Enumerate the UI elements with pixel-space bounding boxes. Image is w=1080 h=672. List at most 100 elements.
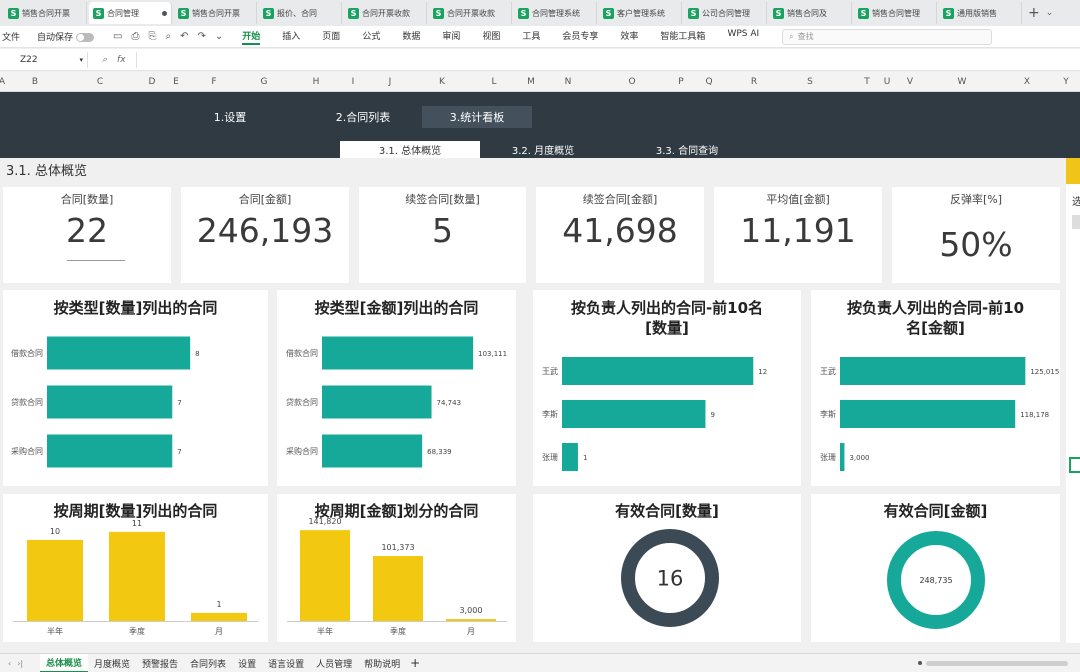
column-letter[interactable]: T	[864, 77, 870, 87]
side-panel-tab[interactable]	[1066, 158, 1080, 184]
column-letter[interactable]: S	[807, 77, 813, 87]
column-letter[interactable]: H	[313, 77, 320, 87]
bar	[47, 385, 173, 419]
save-icon[interactable]: ▭	[113, 31, 122, 42]
browser-tab-label: 合同开票收款	[362, 8, 410, 18]
sheet-tab[interactable]: 总体概览	[40, 653, 89, 672]
column-letter[interactable]: W	[958, 77, 967, 87]
horizontal-scrollbar[interactable]	[918, 660, 1068, 666]
category-label: 张珊	[820, 453, 836, 462]
ribbon-menu-item[interactable]: 开始	[242, 29, 261, 45]
nav-contract-list[interactable]: 2.合同列表	[308, 106, 418, 128]
nav-dashboard[interactable]: 3.统计看板	[422, 106, 532, 128]
undo-icon[interactable]: ↶	[180, 31, 188, 42]
ribbon-menu-item[interactable]: 页面	[322, 29, 340, 45]
ribbon-menu-item[interactable]: 数据	[402, 29, 420, 45]
chart-card-owner-amount: 按负责人列出的合同-前10 名[金额] 王武 125,015 李斯 118,178 张珊…	[811, 290, 1060, 486]
ribbon-menu-item[interactable]: 插入	[282, 29, 300, 45]
column-letter[interactable]: O	[628, 77, 635, 87]
column-letter[interactable]: A	[0, 77, 5, 87]
browser-tab[interactable]: S 客户管理系统	[599, 2, 682, 24]
sheet-tab[interactable]: 人员管理	[310, 654, 358, 672]
search-input[interactable]: ⌕ 查找	[782, 28, 993, 45]
ribbon-menus: 开始 插入 页面 公式 数据 审阅 视图 工具 会员专享 效率 智能工具箱 WPS AI	[231, 29, 770, 45]
browser-tab[interactable]: S 销售合同及	[769, 2, 852, 24]
last-sheet-icon[interactable]: ›|	[17, 659, 23, 668]
spreadsheet-icon: S	[773, 7, 784, 19]
autosave-toggle[interactable]: 自动保存	[37, 30, 95, 43]
column-letter[interactable]: J	[389, 77, 392, 87]
browser-tab[interactable]: S 合同开票收款	[344, 2, 427, 24]
formula-input[interactable]	[135, 51, 1080, 68]
subnav-monthly[interactable]: 3.2. 月度概览	[473, 141, 613, 158]
browser-tab[interactable]: S 合同管理	[89, 2, 172, 24]
spreadsheet-icon: S	[93, 7, 104, 19]
column-letter[interactable]: X	[1024, 77, 1030, 87]
sheet-tab[interactable]: 月度概览	[88, 654, 136, 672]
column-letter[interactable]: R	[751, 77, 757, 87]
fx-icon[interactable]: fx	[117, 55, 126, 65]
column-letter[interactable]: E	[173, 77, 179, 87]
prev-sheet-icon[interactable]: ‹	[8, 659, 11, 668]
new-tab-button[interactable]: +	[1028, 5, 1040, 21]
ribbon-menu-item[interactable]: WPS AI	[727, 29, 759, 45]
browser-tab[interactable]: S 公司合同管理	[684, 2, 767, 24]
ribbon-menu-item[interactable]: 工具	[522, 29, 540, 45]
file-menu[interactable]: 文件	[2, 30, 20, 43]
tab-list-chevron-icon[interactable]: ⌄	[1046, 8, 1054, 18]
column-letter[interactable]: M	[527, 77, 535, 87]
ribbon-menu-item[interactable]: 视图	[482, 29, 500, 45]
column-letter[interactable]: B	[32, 77, 38, 87]
browser-tab[interactable]: S 通用版销售	[939, 2, 1022, 24]
browser-tab[interactable]: S 合同管理系统	[514, 2, 597, 24]
column-letter[interactable]: C	[97, 77, 103, 87]
sheet-tab[interactable]: 语言设置	[262, 654, 310, 672]
ribbon-menu-item[interactable]: 公式	[362, 29, 380, 45]
subnav-query[interactable]: 3.3. 合同查询	[617, 141, 757, 158]
column-letter[interactable]: G	[261, 77, 268, 87]
export-pdf-icon[interactable]: ⎙	[131, 31, 139, 42]
preview-icon[interactable]: ⌕	[165, 31, 171, 42]
zoom-icon[interactable]: ⌕	[102, 55, 107, 65]
column-letter[interactable]: V	[907, 77, 913, 87]
browser-tab[interactable]: S 合同开票收款	[429, 2, 512, 24]
more-icon[interactable]: ⌄	[215, 31, 223, 42]
column-letter[interactable]: P	[678, 77, 683, 87]
chevron-down-icon: ▾	[79, 55, 83, 64]
add-sheet-button[interactable]: +	[410, 656, 420, 670]
name-box[interactable]: Z22 ▾	[0, 51, 88, 68]
side-panel-control[interactable]	[1072, 215, 1080, 229]
browser-tab[interactable]: S 销售合同管理	[854, 2, 937, 24]
ribbon-menu-item[interactable]: 效率	[620, 29, 638, 45]
browser-tab[interactable]: S 销售合同开票	[4, 2, 87, 24]
column-letter[interactable]: L	[491, 77, 496, 87]
quick-access-toolbar: ▭ ⎙ ⎘ ⌕ ↶ ↷ ⌄	[113, 31, 223, 42]
toggle-switch[interactable]	[76, 33, 95, 42]
nav-settings[interactable]: 1.设置	[175, 106, 285, 128]
ribbon-menu-item[interactable]: 会员专享	[562, 29, 598, 45]
browser-tab[interactable]: S 销售合同开票	[174, 2, 257, 24]
sheet-tab[interactable]: 预警报告	[136, 654, 184, 672]
scroll-thumb[interactable]	[926, 660, 1068, 666]
ribbon-menu-item[interactable]: 审阅	[442, 29, 460, 45]
subnav-overview[interactable]: 3.1. 总体概览	[340, 141, 480, 158]
browser-tab[interactable]: S 报价、合同	[259, 2, 342, 24]
sheet-tab[interactable]: 合同列表	[184, 654, 232, 672]
ribbon-menu-item[interactable]: 智能工具箱	[660, 29, 705, 45]
column-letter[interactable]: Y	[1063, 77, 1069, 87]
spreadsheet-icon: S	[518, 7, 529, 19]
column-letter[interactable]: F	[211, 77, 216, 87]
column-letter[interactable]: K	[439, 77, 445, 87]
sheet-tab[interactable]: 设置	[232, 654, 262, 672]
column-letter[interactable]: Q	[705, 77, 712, 87]
redo-icon[interactable]: ↷	[197, 31, 205, 42]
category-label: 月	[215, 627, 223, 636]
column-letter[interactable]: N	[565, 77, 572, 87]
print-icon[interactable]: ⎘	[148, 31, 156, 42]
sheet-nav: ‹ ›|	[0, 659, 40, 668]
column-letter[interactable]: D	[149, 77, 156, 87]
column-letter[interactable]: U	[884, 77, 891, 87]
column-letter[interactable]: I	[352, 77, 355, 87]
spreadsheet-icon: S	[433, 7, 444, 19]
sheet-tab[interactable]: 帮助说明	[358, 654, 406, 672]
